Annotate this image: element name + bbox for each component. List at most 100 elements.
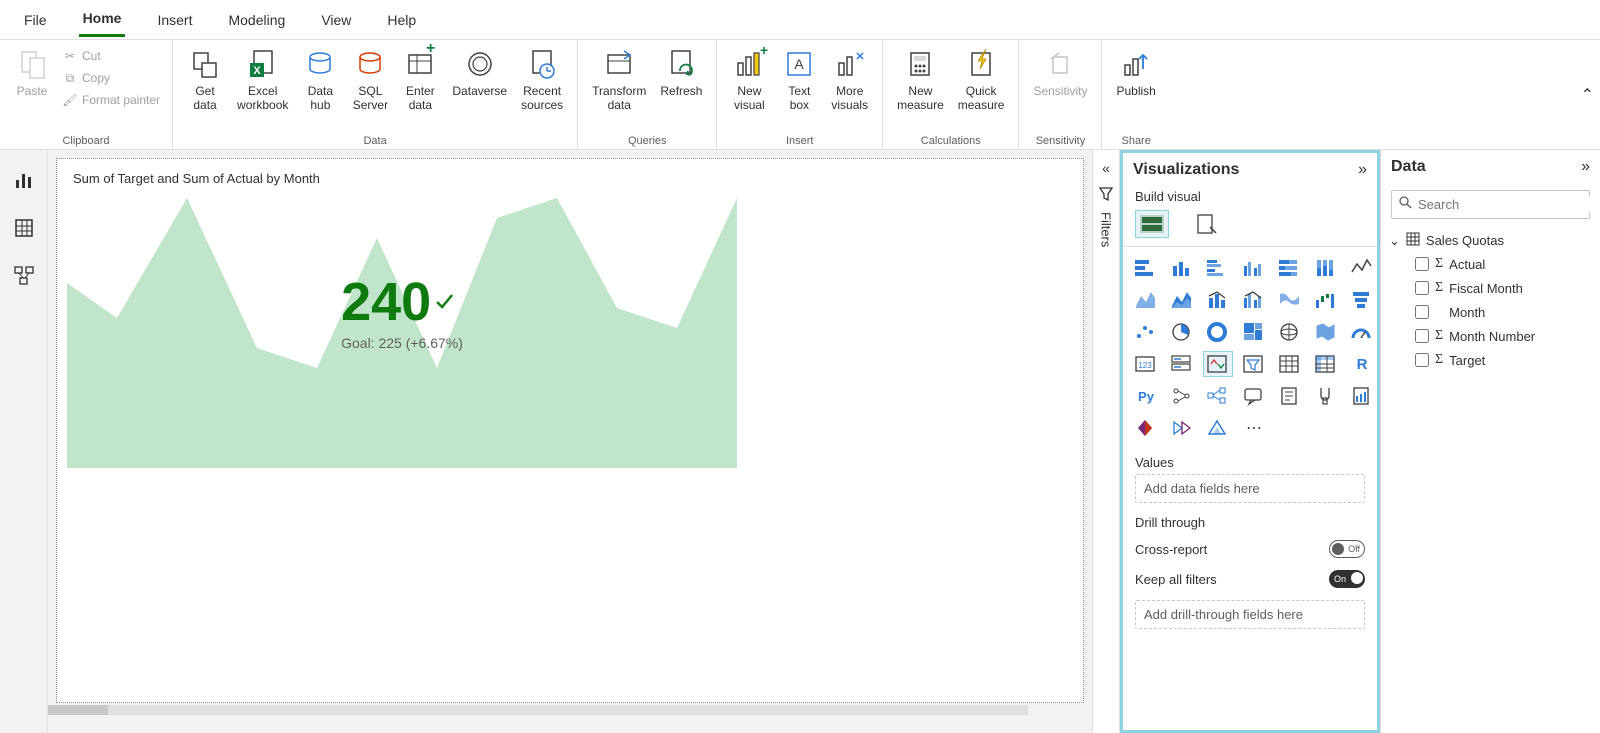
field-month[interactable]: ΣMonth	[1413, 300, 1594, 324]
clustered-column-icon[interactable]	[1239, 255, 1269, 281]
key-influencers-icon[interactable]	[1167, 383, 1197, 409]
r-visual-icon[interactable]: R	[1347, 351, 1377, 377]
goals-icon[interactable]	[1311, 383, 1341, 409]
values-field-well[interactable]: Add data fields here	[1135, 474, 1365, 503]
data-view-button[interactable]	[8, 212, 40, 244]
values-label: Values	[1135, 455, 1365, 470]
field-fiscal-month[interactable]: ΣFiscal Month	[1413, 276, 1594, 300]
more-visuals-button[interactable]: More visuals	[825, 44, 874, 114]
search-input[interactable]	[1418, 197, 1594, 212]
card-icon[interactable]: 123	[1131, 351, 1161, 377]
excel-workbook-button[interactable]: XExcel workbook	[231, 44, 294, 114]
line-stacked-column-icon[interactable]	[1203, 287, 1233, 313]
donut-icon[interactable]	[1203, 319, 1233, 345]
ribbon-collapse-button[interactable]: ⌃	[1581, 85, 1594, 105]
get-data-button[interactable]: Get data	[181, 44, 229, 114]
model-view-button[interactable]	[8, 260, 40, 292]
python-visual-icon[interactable]: Py	[1131, 383, 1161, 409]
report-canvas[interactable]: Sum of Target and Sum of Actual by Month…	[48, 150, 1092, 733]
funnel-icon[interactable]	[1347, 287, 1377, 313]
format-visual-tab[interactable]	[1189, 210, 1223, 238]
quick-measure-button[interactable]: Quick measure	[952, 44, 1011, 114]
menu-file[interactable]: File	[20, 4, 51, 36]
ribbon-chart-icon[interactable]	[1275, 287, 1305, 313]
hundred-stacked-bar-icon[interactable]	[1275, 255, 1305, 281]
clustered-bar-icon[interactable]	[1203, 255, 1233, 281]
enter-data-button[interactable]: +Enter data	[396, 44, 444, 114]
area-chart-icon[interactable]	[1131, 287, 1161, 313]
stacked-bar-icon[interactable]	[1131, 255, 1161, 281]
viz-pane-collapse-icon[interactable]: »	[1358, 161, 1367, 179]
text-box-button[interactable]: AText box	[775, 44, 823, 114]
filters-pane-collapsed[interactable]: « Filters	[1092, 150, 1120, 733]
sensitivity-button[interactable]: Sensitivity	[1027, 44, 1093, 100]
menu-help[interactable]: Help	[383, 4, 420, 36]
stacked-area-icon[interactable]	[1167, 287, 1197, 313]
format-painter-button[interactable]: 🖌Format painter	[58, 90, 164, 110]
field-checkbox[interactable]	[1415, 257, 1429, 271]
recent-sources-button[interactable]: Recent sources	[515, 44, 569, 114]
treemap-icon[interactable]	[1239, 319, 1269, 345]
kpi-visual[interactable]: Sum of Target and Sum of Actual by Month…	[67, 169, 751, 479]
line-clustered-column-icon[interactable]	[1239, 287, 1269, 313]
drill-through-field-well[interactable]: Add drill-through fields here	[1135, 600, 1365, 629]
build-visual-tab[interactable]	[1135, 210, 1169, 238]
field-target[interactable]: ΣTarget	[1413, 348, 1594, 372]
power-automate-icon[interactable]	[1167, 415, 1197, 441]
waterfall-icon[interactable]	[1311, 287, 1341, 313]
field-search-box[interactable]	[1391, 190, 1590, 219]
refresh-button[interactable]: Refresh	[654, 44, 708, 100]
paste-button[interactable]: Paste	[8, 44, 56, 100]
transform-data-button[interactable]: Transform data	[586, 44, 652, 114]
menu-insert[interactable]: Insert	[153, 4, 196, 36]
visualizations-pane: Visualizations » Build visual	[1120, 150, 1380, 733]
hundred-stacked-column-icon[interactable]	[1311, 255, 1341, 281]
report-view-button[interactable]	[8, 164, 40, 196]
field-month-number[interactable]: ΣMonth Number	[1413, 324, 1594, 348]
pie-icon[interactable]	[1167, 319, 1197, 345]
copy-button[interactable]: ⧉Copy	[58, 68, 164, 88]
multi-row-card-icon[interactable]	[1167, 351, 1197, 377]
azure-map-icon[interactable]	[1203, 415, 1233, 441]
map-icon[interactable]	[1275, 319, 1305, 345]
field-checkbox[interactable]	[1415, 305, 1429, 319]
keep-all-filters-toggle[interactable]: On	[1329, 570, 1365, 588]
field-checkbox[interactable]	[1415, 281, 1429, 295]
menu-modeling[interactable]: Modeling	[224, 4, 289, 36]
filters-expand-icon[interactable]: «	[1102, 160, 1110, 176]
publish-button[interactable]: Publish	[1110, 44, 1161, 100]
new-measure-button[interactable]: New measure	[891, 44, 950, 114]
field-checkbox[interactable]	[1415, 329, 1429, 343]
gauge-icon[interactable]	[1347, 319, 1377, 345]
dataverse-button[interactable]: Dataverse	[446, 44, 513, 100]
sql-server-button[interactable]: SQL Server	[346, 44, 394, 114]
table-node-sales-quotas[interactable]: ⌄ Sales Quotas	[1387, 229, 1594, 252]
decomposition-tree-icon[interactable]	[1203, 383, 1233, 409]
paginated-report-icon[interactable]	[1347, 383, 1377, 409]
data-hub-button[interactable]: Data hub	[296, 44, 344, 114]
new-visual-button[interactable]: +New visual	[725, 44, 773, 114]
field-actual[interactable]: ΣActual	[1413, 252, 1594, 276]
data-pane-collapse-icon[interactable]: »	[1581, 158, 1590, 176]
field-checkbox[interactable]	[1415, 353, 1429, 367]
qa-visual-icon[interactable]	[1239, 383, 1269, 409]
cut-button[interactable]: ✂Cut	[58, 46, 164, 66]
sigma-icon: Σ	[1435, 352, 1443, 368]
scatter-icon[interactable]	[1131, 319, 1161, 345]
menu-view[interactable]: View	[317, 4, 355, 36]
matrix-icon[interactable]	[1311, 351, 1341, 377]
report-page[interactable]: Sum of Target and Sum of Actual by Month…	[56, 158, 1084, 703]
kpi-icon[interactable]	[1203, 351, 1233, 377]
cross-report-toggle[interactable]: Off	[1329, 540, 1365, 558]
scrollbar-thumb[interactable]	[48, 705, 108, 715]
stacked-column-icon[interactable]	[1167, 255, 1197, 281]
power-apps-icon[interactable]	[1131, 415, 1161, 441]
slicer-icon[interactable]	[1239, 351, 1269, 377]
filled-map-icon[interactable]	[1311, 319, 1341, 345]
menu-home[interactable]: Home	[79, 2, 126, 37]
more-visuals-icon[interactable]: ⋯	[1239, 415, 1269, 441]
horizontal-scrollbar[interactable]	[48, 705, 1028, 715]
smart-narrative-icon[interactable]	[1275, 383, 1305, 409]
table-icon[interactable]	[1275, 351, 1305, 377]
line-chart-icon[interactable]	[1347, 255, 1377, 281]
